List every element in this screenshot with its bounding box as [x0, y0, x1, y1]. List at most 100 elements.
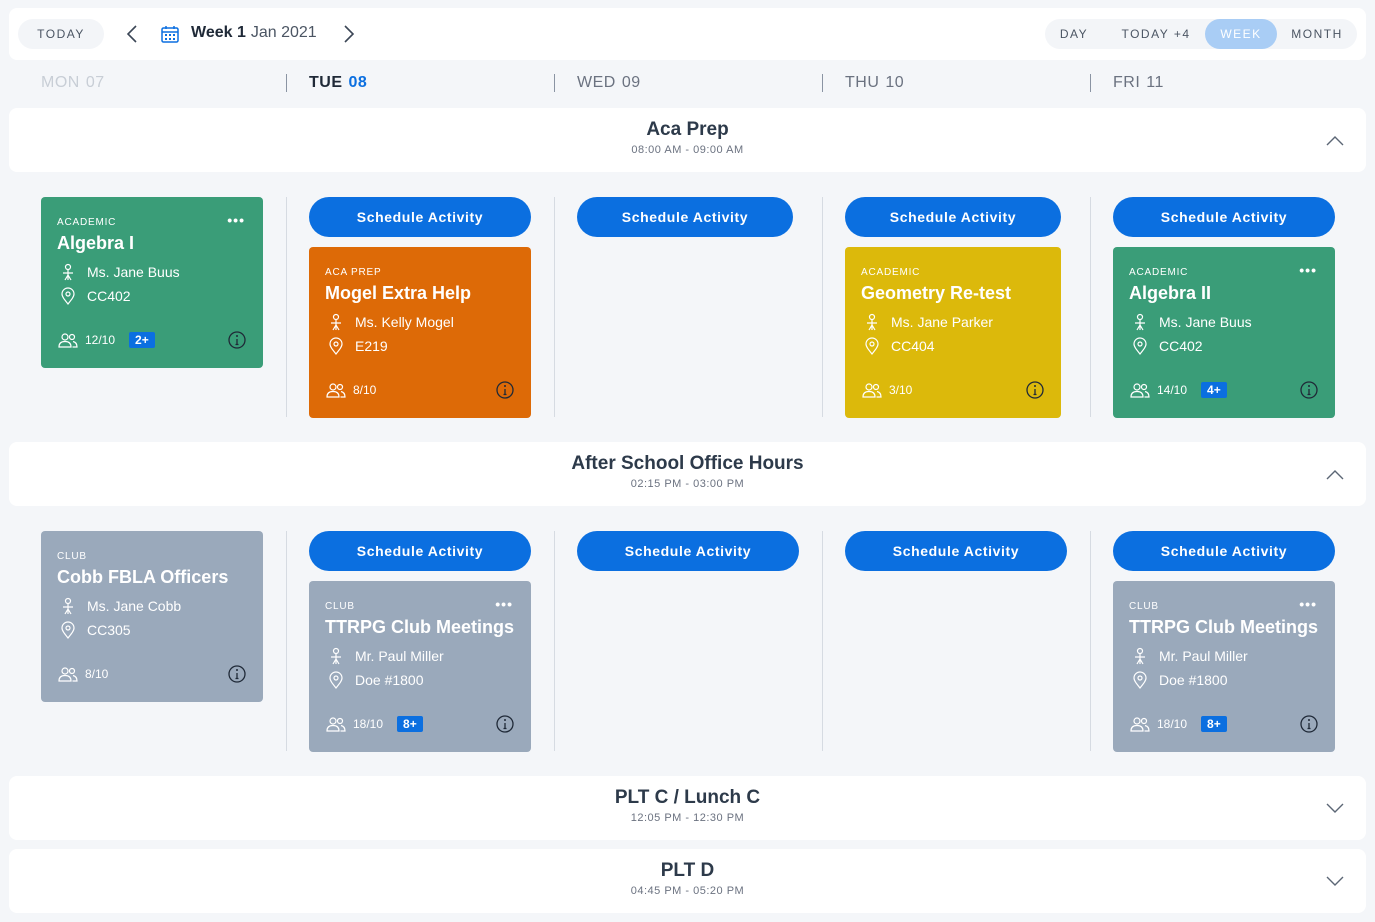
chevron-right-icon — [344, 25, 355, 43]
teacher-icon — [63, 597, 73, 615]
schedule-activity-button[interactable]: Schedule Activity — [309, 531, 531, 571]
collapse-button[interactable] — [1324, 130, 1346, 152]
schedule-activity-button[interactable]: Schedule Activity — [845, 531, 1067, 571]
chevron-down-icon — [1326, 876, 1344, 886]
view-today-plus-4-button[interactable]: TODAY +4 — [1109, 19, 1203, 49]
info-icon[interactable] — [1025, 380, 1045, 400]
card-title: TTRPG Club Meetings — [325, 617, 514, 637]
card-teacher: Ms. Jane Buus — [59, 263, 180, 281]
expand-button[interactable] — [1324, 870, 1346, 892]
info-icon[interactable] — [227, 664, 247, 684]
location-pin-icon — [1133, 671, 1147, 689]
card-enrollment: 18/10 8+ — [1129, 716, 1227, 732]
schedule-activity-button[interactable]: Schedule Activity — [577, 197, 793, 237]
card-room: Doe #1800 — [327, 671, 424, 689]
teacher-icon — [331, 647, 341, 665]
info-icon[interactable] — [495, 380, 515, 400]
card-category: ACA PREP — [325, 267, 382, 278]
card-title: Geometry Re-test — [861, 283, 1012, 303]
overflow-badge: 4+ — [1201, 382, 1227, 398]
schedule-activity-button[interactable]: Schedule Activity — [1113, 531, 1335, 571]
card-enrollment: 3/10 — [861, 382, 912, 398]
location-pin-icon — [1133, 337, 1147, 355]
more-options-icon[interactable]: ••• — [1299, 596, 1317, 612]
today-button[interactable]: TODAY — [18, 19, 104, 49]
schedule-activity-button[interactable]: Schedule Activity — [845, 197, 1061, 237]
teacher-icon — [1135, 313, 1145, 331]
activity-card-algebra-i[interactable]: ACADEMIC ••• Algebra I Ms. Jane Buus CC4… — [41, 197, 263, 368]
card-room: CC404 — [863, 337, 935, 355]
people-icon — [326, 717, 346, 732]
day-header-mon[interactable]: MON 07 — [41, 74, 105, 92]
day-header-wed[interactable]: WED 09 — [577, 74, 641, 92]
period-header-plt-d[interactable]: PLT D 04:45 PM - 05:20 PM — [9, 849, 1366, 913]
teacher-icon — [331, 313, 341, 331]
card-room: Doe #1800 — [1131, 671, 1228, 689]
card-title: Algebra I — [57, 233, 135, 253]
card-room: CC402 — [1131, 337, 1203, 355]
card-room: E219 — [327, 337, 388, 355]
location-pin-icon — [329, 671, 343, 689]
view-month-button[interactable]: MONTH — [1281, 19, 1353, 49]
period-title: PLT C / Lunch C — [614, 787, 761, 808]
card-category: ACADEMIC — [57, 217, 117, 228]
chevron-down-icon — [1326, 803, 1344, 813]
overflow-badge: 8+ — [397, 716, 423, 732]
overflow-badge: 2+ — [129, 332, 155, 348]
card-title: Mogel Extra Help — [325, 283, 472, 303]
card-enrollment: 12/10 2+ — [57, 332, 155, 348]
card-category: CLUB — [57, 551, 87, 562]
card-enrollment: 14/10 4+ — [1129, 382, 1227, 398]
expand-button[interactable] — [1324, 797, 1346, 819]
period-time: 12:05 PM - 12:30 PM — [630, 812, 745, 824]
day-header-tue[interactable]: TUE 08 — [309, 74, 367, 92]
day-header-fri[interactable]: FRI 11 — [1113, 74, 1164, 92]
activity-card-ttrpg-club-meetings[interactable]: CLUB ••• TTRPG Club Meetings Mr. Paul Mi… — [1113, 581, 1335, 752]
day-header-thu[interactable]: THU 10 — [845, 74, 904, 92]
more-options-icon[interactable]: ••• — [495, 596, 513, 612]
location-pin-icon — [61, 621, 75, 639]
location-pin-icon — [329, 337, 343, 355]
activity-card-ttrpg-club-meetings[interactable]: CLUB ••• TTRPG Club Meetings Mr. Paul Mi… — [309, 581, 531, 752]
card-teacher: Mr. Paul Miller — [327, 647, 444, 665]
current-week-label: Week 1 Jan 2021 — [191, 24, 317, 42]
location-pin-icon — [61, 287, 75, 305]
info-icon[interactable] — [1299, 714, 1319, 734]
period-title: Aca Prep — [646, 119, 729, 140]
card-teacher: Ms. Jane Buus — [1131, 313, 1252, 331]
view-day-button[interactable]: DAY — [1045, 19, 1103, 49]
previous-week-button[interactable] — [122, 23, 144, 45]
calendar-toolbar: TODAY Week 1 Jan 2021 DAY TODAY +4 WEEK M… — [9, 8, 1366, 60]
activity-card-algebra-ii[interactable]: ACADEMIC ••• Algebra II Ms. Jane Buus CC… — [1113, 247, 1335, 418]
collapse-button[interactable] — [1324, 464, 1346, 486]
next-week-button[interactable] — [337, 23, 359, 45]
schedule-activity-button[interactable]: Schedule Activity — [577, 531, 799, 571]
info-icon[interactable] — [1299, 380, 1319, 400]
chevron-up-icon — [1326, 136, 1344, 146]
location-pin-icon — [865, 337, 879, 355]
schedule-activity-button[interactable]: Schedule Activity — [309, 197, 531, 237]
card-teacher: Ms. Jane Cobb — [59, 597, 181, 615]
people-icon — [1130, 383, 1150, 398]
teacher-icon — [867, 313, 877, 331]
period-header-after-school-office-hours[interactable]: After School Office Hours 02:15 PM - 03:… — [9, 442, 1366, 506]
week-month: Jan 2021 — [250, 24, 317, 41]
activity-card-geometry-re-test[interactable]: ACADEMIC Geometry Re-test Ms. Jane Parke… — [845, 247, 1061, 418]
people-icon — [326, 383, 346, 398]
period-header-plt-c-lunch-c[interactable]: PLT C / Lunch C 12:05 PM - 12:30 PM — [9, 776, 1366, 840]
schedule-activity-button[interactable]: Schedule Activity — [1113, 197, 1335, 237]
calendar-icon — [160, 24, 180, 44]
period-header-aca-prep[interactable]: Aca Prep 08:00 AM - 09:00 AM — [9, 108, 1366, 172]
info-icon[interactable] — [495, 714, 515, 734]
period-title: After School Office Hours — [571, 453, 804, 474]
info-icon[interactable] — [227, 330, 247, 350]
activity-card-cobb-fbla-officers[interactable]: CLUB Cobb FBLA Officers Ms. Jane Cobb CC… — [41, 531, 263, 702]
more-options-icon[interactable]: ••• — [227, 212, 245, 228]
card-enrollment: 18/10 8+ — [325, 716, 423, 732]
card-enrollment: 8/10 — [57, 666, 108, 682]
more-options-icon[interactable]: ••• — [1299, 262, 1317, 278]
activity-card-mogel-extra-help[interactable]: ACA PREP Mogel Extra Help Ms. Kelly Moge… — [309, 247, 531, 418]
teacher-icon — [63, 263, 73, 281]
people-icon — [58, 667, 78, 682]
view-week-button[interactable]: WEEK — [1205, 19, 1277, 49]
